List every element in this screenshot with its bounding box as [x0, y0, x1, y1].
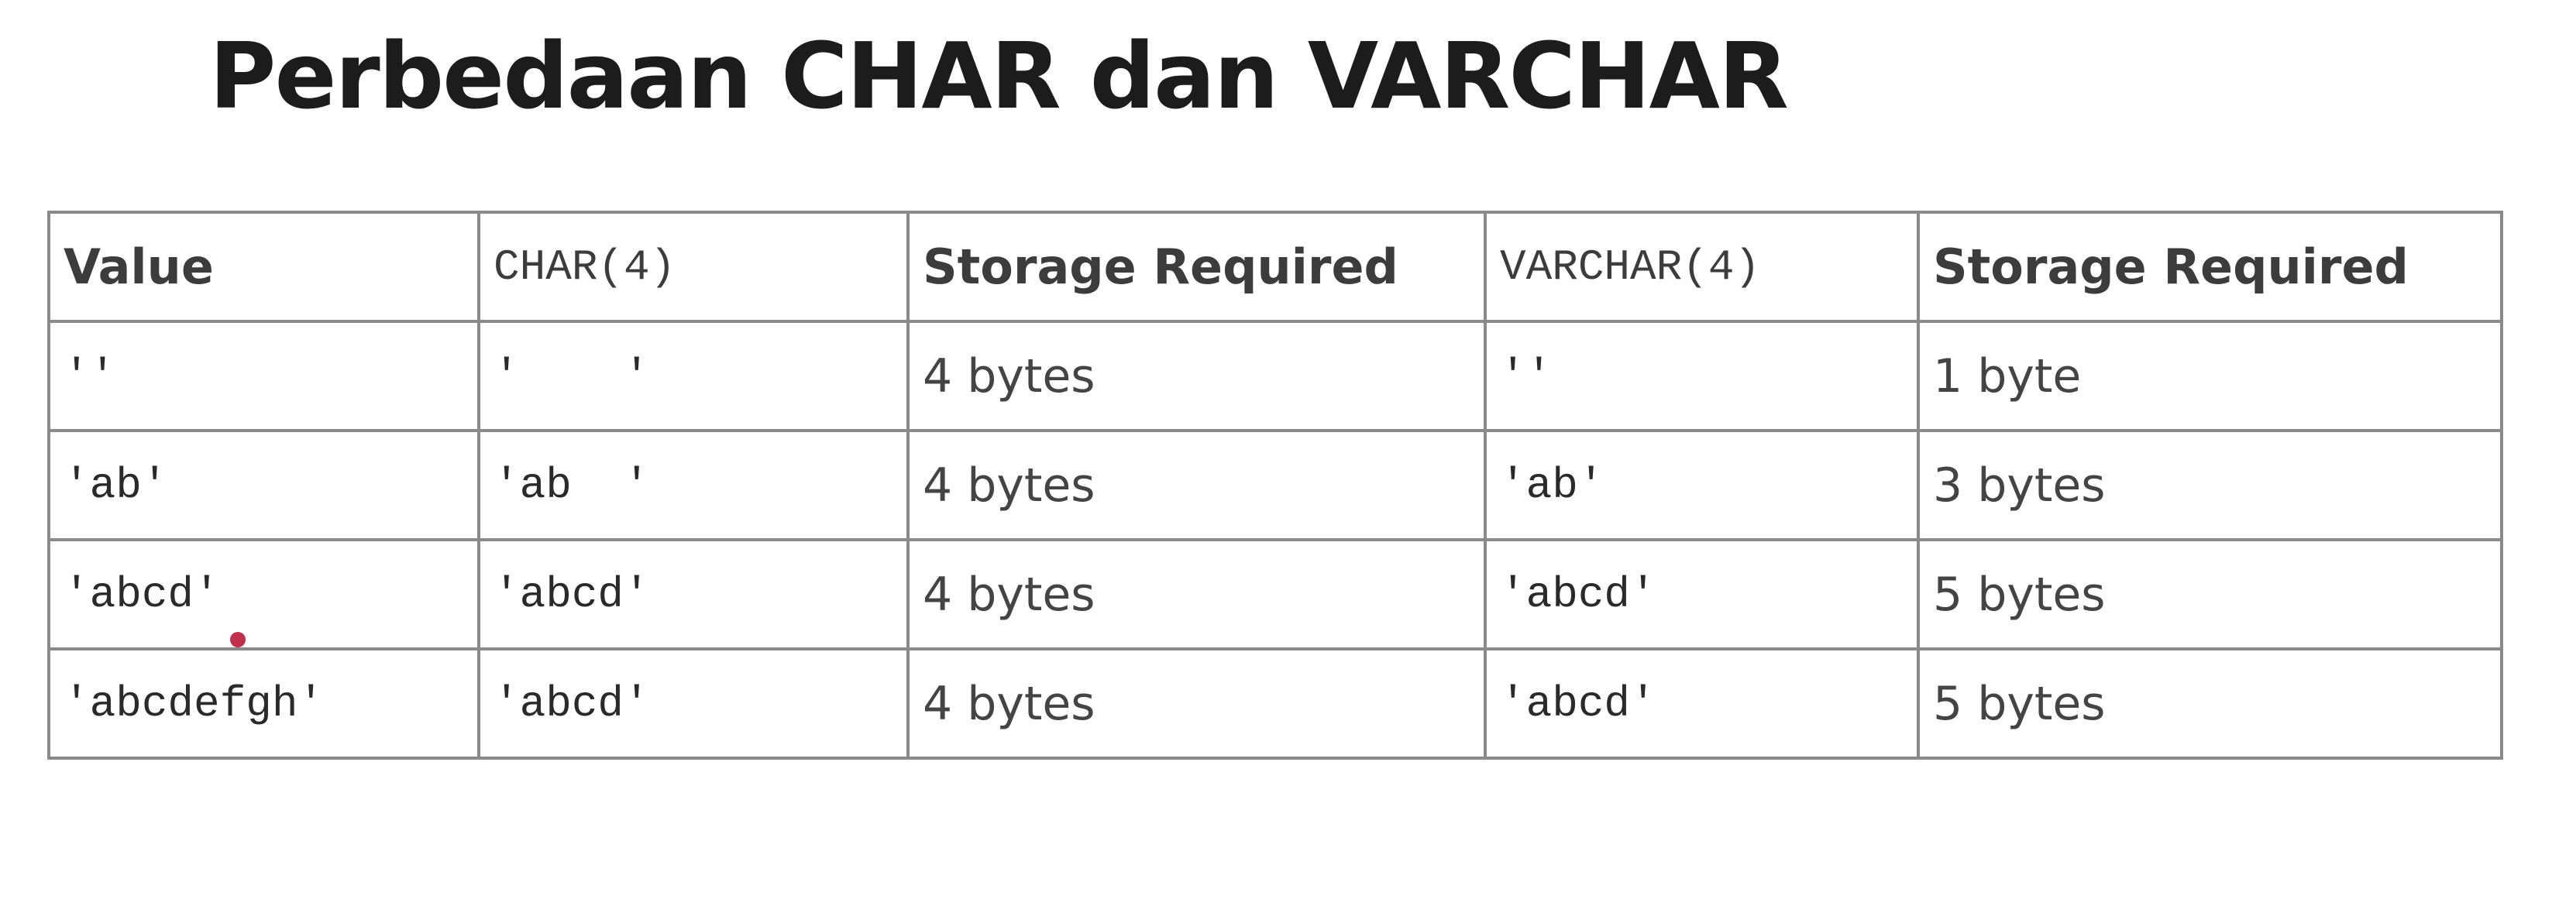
cell-value: '': [47, 320, 480, 432]
cell-char4: 'abcd': [477, 538, 910, 650]
cell-varchar-storage: 1 byte: [1917, 320, 2503, 432]
cell-char4: 'ab ': [477, 429, 910, 541]
header-varchar4: VARCHAR(4): [1484, 211, 1920, 323]
cell-char-storage: 4 bytes: [906, 429, 1487, 541]
cell-varchar4: 'abcd': [1484, 647, 1920, 760]
comparison-table: Value CHAR(4) Storage Required VARCHAR(4…: [47, 211, 2503, 760]
cell-varchar4: '': [1484, 320, 1920, 432]
cell-varchar-storage: 3 bytes: [1917, 429, 2503, 541]
header-char4: CHAR(4): [477, 211, 910, 323]
table-row: '' ' ' 4 bytes '' 1 byte: [47, 320, 2503, 432]
cell-char4: 'abcd': [477, 647, 910, 760]
pointer-dot-icon: [230, 632, 246, 647]
header-varchar-storage: Storage Required: [1917, 211, 2503, 323]
page-title: Perbedaan CHAR dan VARCHAR: [209, 22, 1789, 129]
cell-varchar-storage: 5 bytes: [1917, 538, 2503, 650]
cell-char-storage: 4 bytes: [906, 538, 1487, 650]
cell-value: 'abcdefgh': [47, 647, 480, 760]
table-row: 'ab' 'ab ' 4 bytes 'ab' 3 bytes: [47, 429, 2503, 541]
cell-varchar4: 'ab': [1484, 429, 1920, 541]
cell-value: 'ab': [47, 429, 480, 541]
table-row: 'abcdefgh' 'abcd' 4 bytes 'abcd' 5 bytes: [47, 647, 2503, 760]
header-char-storage: Storage Required: [906, 211, 1487, 323]
table-row: 'abcd' 'abcd' 4 bytes 'abcd' 5 bytes: [47, 538, 2503, 650]
cell-char-storage: 4 bytes: [906, 647, 1487, 760]
table-header-row: Value CHAR(4) Storage Required VARCHAR(4…: [47, 211, 2503, 323]
header-value: Value: [47, 211, 480, 323]
cell-varchar-storage: 5 bytes: [1917, 647, 2503, 760]
cell-varchar4: 'abcd': [1484, 538, 1920, 650]
cell-value: 'abcd': [47, 538, 480, 650]
cell-char-storage: 4 bytes: [906, 320, 1487, 432]
cell-char4: ' ': [477, 320, 910, 432]
